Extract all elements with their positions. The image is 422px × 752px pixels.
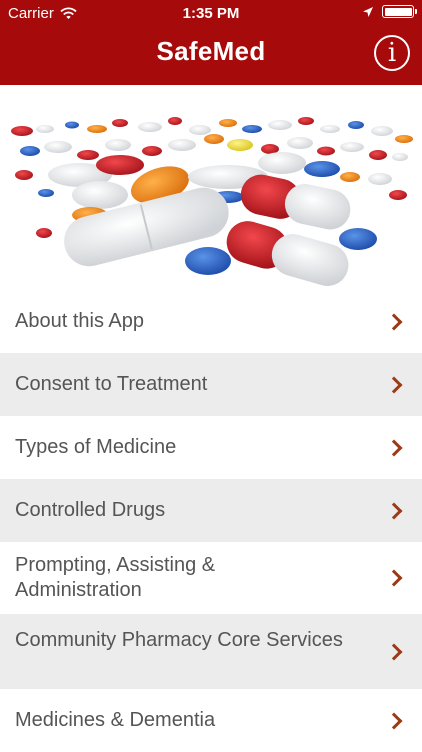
menu-item-label: Community Pharmacy Core Services xyxy=(15,629,343,651)
menu-item-label: Consent to Treatment xyxy=(15,373,208,395)
menu-item-medicines-and-dementia[interactable]: Medicines & Dementia xyxy=(0,689,422,752)
menu-item-community-pharmacy-core-services[interactable]: Community Pharmacy Core Services xyxy=(0,614,422,689)
menu-item-types-of-medicine[interactable]: Types of Medicine xyxy=(0,416,422,479)
page-title: SafeMed xyxy=(156,36,266,66)
info-icon: i xyxy=(387,38,397,68)
chevron-right-icon xyxy=(385,376,403,393)
chevron-right-icon xyxy=(385,502,403,519)
menu-item-about-this-app[interactable]: About this App xyxy=(0,290,422,353)
menu-item-prompting-assisting-administration[interactable]: Prompting, Assisting & Administration xyxy=(0,542,422,614)
menu-item-label: Prompting, Assisting & Administration xyxy=(15,554,216,601)
battery-icon xyxy=(382,5,417,18)
chevron-right-icon xyxy=(385,712,403,729)
menu-item-label: Controlled Drugs xyxy=(15,499,166,521)
chevron-right-icon xyxy=(385,439,403,456)
menu-item-controlled-drugs[interactable]: Controlled Drugs xyxy=(0,479,422,542)
chevron-right-icon xyxy=(385,569,403,587)
status-bar: Carrier 1:35 PM xyxy=(0,0,422,28)
menu-item-consent-to-treatment[interactable]: Consent to Treatment xyxy=(0,353,422,416)
menu-item-label: About this App xyxy=(15,310,144,332)
menu-item-label: Types of Medicine xyxy=(15,436,177,458)
navigation-bar: Carrier 1:35 PM SafeMed i xyxy=(0,0,422,85)
menu-list: About this App Consent to Treatment Type… xyxy=(0,290,422,752)
clock: 1:35 PM xyxy=(182,5,240,22)
info-button[interactable]: i xyxy=(374,35,410,71)
menu-item-label: Medicines & Dementia xyxy=(15,709,216,731)
hero-image-pills xyxy=(0,85,422,290)
chevron-right-icon xyxy=(385,313,403,330)
pills-illustration xyxy=(11,117,413,286)
chevron-right-icon xyxy=(385,643,403,660)
location-arrow-icon xyxy=(363,6,373,17)
